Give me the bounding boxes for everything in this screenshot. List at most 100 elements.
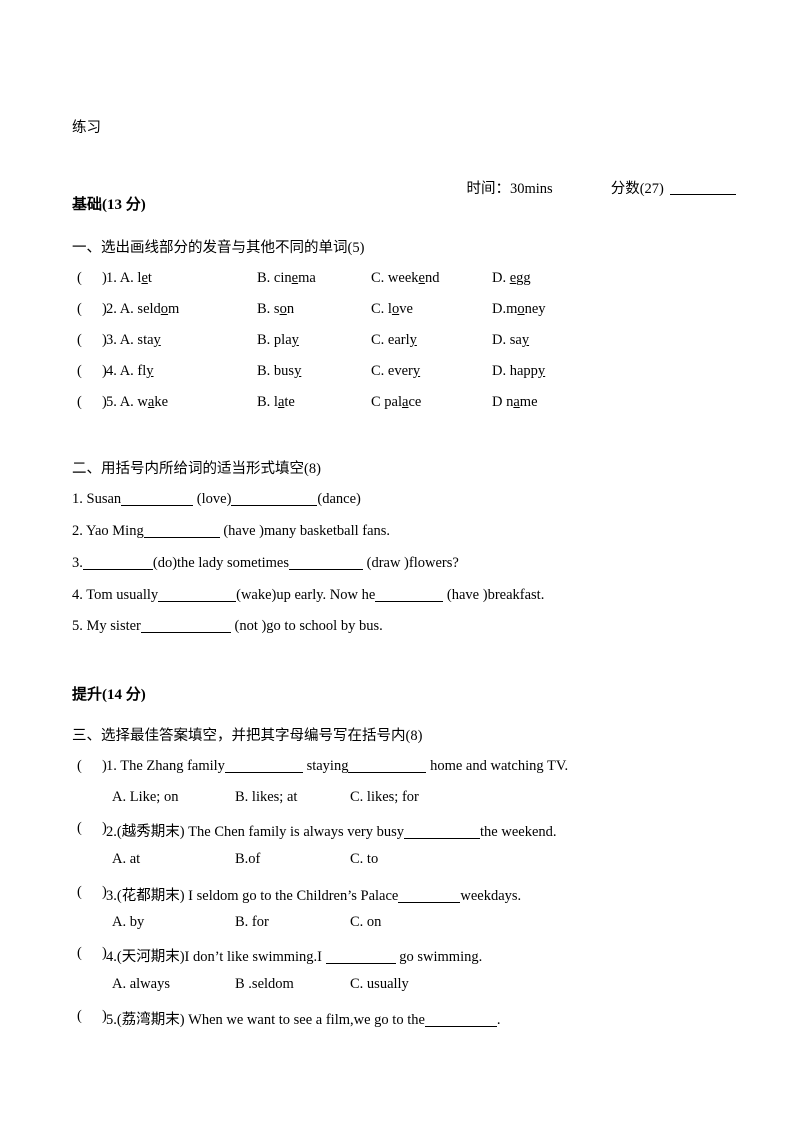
option-b[interactable]: B. likes; at [235,789,297,806]
option-c[interactable]: C. usually [350,976,409,993]
option-d[interactable]: D. happy [492,363,545,380]
question-text: (wake)up early. Now he [236,587,376,603]
question-stem: 2.(越秀期末) The Chen family is always very … [106,820,557,841]
question-stem: 4.(天河期末)I don’t like swimming.I go swimm… [106,945,482,966]
question-text: home and watching TV. [426,758,569,774]
answer-blank[interactable] [404,838,481,839]
question-text: (draw )flowers? [362,555,459,571]
bracket-left: ( [77,363,82,379]
bracket-left: ( [77,945,82,961]
option-a[interactable]: 5. A. wake [106,394,168,411]
option-c[interactable]: C palace [371,394,421,411]
option-d[interactable]: D. say [492,332,529,349]
question-text: (not )go to school by bus. [230,618,383,634]
question-text: 1. Susan [72,491,122,507]
worksheet-page: 练习 时间：30mins 分数(27) 基础(13 分) 提升(14 分) 一、选… [0,0,794,1123]
answer-blank[interactable] [325,963,396,964]
section-heading-two: 二、用括号内所给词的适当形式填空(8) [72,461,321,477]
answer-blank[interactable] [224,772,303,773]
question-stem: 1. The Zhang family staying home and wat… [106,758,568,775]
fill-blank-row: 2. Yao Ming (have )many basketball fans. [72,523,390,540]
question-text: the weekend. [480,824,557,840]
question-text: 1. The Zhang family [106,758,225,774]
exam-meta: 时间：30mins 分数(27) [452,160,736,215]
answer-blank[interactable] [158,601,237,602]
option-b[interactable]: B. for [235,914,269,931]
option-b[interactable]: B. late [257,394,295,411]
option-b[interactable]: B. play [257,332,299,349]
option-c[interactable]: C. weekend [371,270,439,287]
option-c[interactable]: C. early [371,332,417,349]
answer-blank[interactable] [398,902,461,903]
question-text: 3.(花都期末) I seldom go to the Children’s P… [106,888,399,904]
option-b[interactable]: B. cinema [257,270,316,287]
question-stem: 5.(荔湾期末) When we want to see a film,we g… [106,1008,501,1029]
option-d[interactable]: D name [492,394,538,411]
section-heading-one: 一、选出画线部分的发音与其他不同的单词(5) [72,240,365,256]
bracket-left: ( [77,758,82,774]
question-text: (have )many basketball fans. [219,523,391,539]
question-text: (dance) [317,491,361,507]
question-text: 4. Tom usually [72,587,159,603]
option-a[interactable]: 3. A. stay [106,332,161,349]
page-title: 练习 [72,120,101,136]
option-a[interactable]: A. Like; on [112,789,178,806]
option-a[interactable]: A. at [112,851,140,868]
option-a[interactable]: 4. A. fly [106,363,154,380]
question-text: (love) [193,491,232,507]
option-c[interactable]: C. to [350,851,378,868]
option-c[interactable]: C. likes; for [350,789,419,806]
answer-blank[interactable] [231,505,318,506]
score-label: 分数(27) [610,181,664,197]
option-b[interactable]: B. busy [257,363,301,380]
option-b[interactable]: B .seldom [235,976,294,993]
option-d[interactable]: D.money [492,301,546,318]
section-heading-three: 三、选择最佳答案填空，并把其字母编号写在括号内(8) [72,728,423,744]
option-c[interactable]: C. every [371,363,420,380]
option-c[interactable]: C. on [350,914,381,931]
score-blank[interactable] [669,194,736,195]
bracket-left: ( [77,820,82,836]
question-text: go swimming. [395,949,483,965]
question-text: 5. My sister [72,618,141,634]
bracket-left: ( [77,394,82,410]
question-text: . [496,1012,501,1028]
fill-blank-row: 1. Susan (love) (dance) [72,491,361,508]
answer-blank[interactable] [375,601,444,602]
answer-blank[interactable] [424,1026,497,1027]
bracket-left: ( [77,884,82,900]
fill-blank-row: 5. My sister (not )go to school by bus. [72,618,383,635]
part-heading-basic: 基础(13 分) [72,197,146,213]
answer-blank[interactable] [82,569,153,570]
question-text: 4.(天河期末)I don’t like swimming.I [106,949,326,965]
option-c[interactable]: C. love [371,301,413,318]
fill-blank-row: 3. (do)the lady sometimes (draw )flowers? [72,555,459,572]
option-a[interactable]: A. always [112,976,170,993]
answer-blank[interactable] [348,772,427,773]
question-text: 3. [72,555,83,571]
option-a[interactable]: 2. A. seldom [106,301,179,318]
part-heading-advanced: 提升(14 分) [72,687,146,703]
question-text: weekdays. [460,888,522,904]
question-text: staying [302,758,349,774]
bracket-left: ( [77,270,82,286]
option-d[interactable]: D. egg [492,270,531,287]
question-text: (have )breakfast. [443,587,545,603]
answer-blank[interactable] [288,569,363,570]
fill-blank-row: 4. Tom usually (wake)up early. Now he (ha… [72,587,544,604]
question-stem: 3.(花都期末) I seldom go to the Children’s P… [106,884,521,905]
option-b[interactable]: B. son [257,301,294,318]
answer-blank[interactable] [143,537,220,538]
answer-blank[interactable] [140,632,231,633]
bracket-left: ( [77,1008,82,1024]
option-a[interactable]: A. by [112,914,144,931]
question-text: 5.(荔湾期末) When we want to see a film,we g… [106,1012,425,1028]
answer-blank[interactable] [121,505,194,506]
time-label: 时间：30mins [466,181,553,197]
bracket-left: ( [77,332,82,348]
bracket-left: ( [77,301,82,317]
question-text: (do)the lady sometimes [152,555,289,571]
option-b[interactable]: B.of [235,851,260,868]
option-a[interactable]: 1. A. let [106,270,152,287]
question-text: 2.(越秀期末) The Chen family is always very … [106,824,405,840]
